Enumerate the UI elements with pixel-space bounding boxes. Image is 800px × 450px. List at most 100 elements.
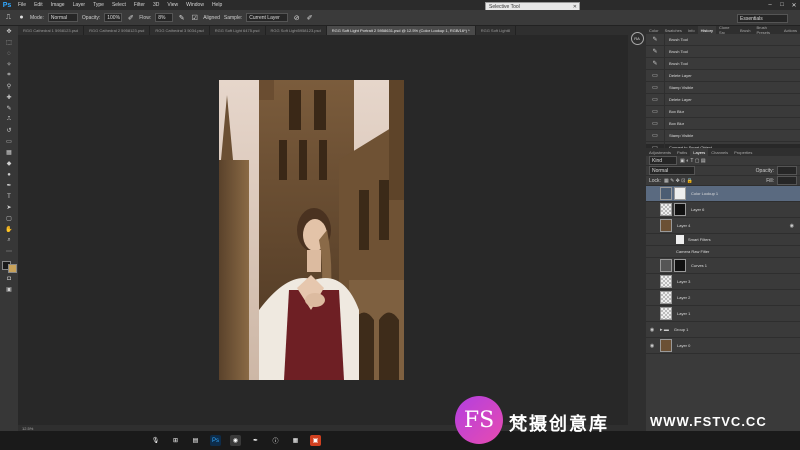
menu-image[interactable]: Image bbox=[47, 2, 69, 8]
gradient-tool-icon[interactable]: ▦ bbox=[0, 147, 18, 158]
history-item[interactable]: ✎ Brush Tool bbox=[646, 46, 800, 58]
menu-layer[interactable]: Layer bbox=[69, 2, 90, 8]
mask-thumbnail[interactable] bbox=[674, 259, 686, 272]
camera-raw-filter-row[interactable]: Camera Raw Filter bbox=[646, 246, 800, 258]
sample-select[interactable]: Current Layer bbox=[246, 13, 289, 22]
layer-row[interactable]: Layer 6 bbox=[646, 202, 800, 218]
history-item[interactable]: ▭ Box Blur bbox=[646, 118, 800, 130]
history-item[interactable]: ✎ Brush Tool bbox=[646, 58, 800, 70]
tab-clone-source[interactable]: Clone Src bbox=[716, 25, 737, 35]
marquee-tool-icon[interactable]: ⬚ bbox=[0, 37, 18, 48]
shape-tool-icon[interactable]: ▢ bbox=[0, 213, 18, 224]
layer-row[interactable]: Layer 3 bbox=[646, 274, 800, 290]
tab-channels[interactable]: Channels bbox=[708, 148, 731, 156]
tab-document-7[interactable]: RGG Soft Light8 bbox=[476, 26, 517, 35]
eye-icon[interactable]: ◉ bbox=[790, 223, 794, 229]
hand-tool-icon[interactable]: ✋ bbox=[0, 224, 18, 235]
pressure-size-icon[interactable]: ✐ bbox=[305, 13, 314, 22]
tab-properties[interactable]: Properties bbox=[731, 148, 755, 156]
layer-row[interactable]: Layer 4 ◉ bbox=[646, 218, 800, 234]
pen-tool-icon[interactable]: ✒ bbox=[0, 180, 18, 191]
tab-swatches[interactable]: Swatches bbox=[662, 26, 685, 34]
smart-filters-row[interactable]: Smart Filters bbox=[646, 234, 800, 246]
type-tool-icon[interactable]: T bbox=[0, 191, 18, 202]
eye-icon[interactable]: ◉ bbox=[646, 327, 658, 333]
user-avatar-icon[interactable]: RA bbox=[630, 32, 644, 45]
blend-mode-select[interactable]: Normal bbox=[649, 166, 695, 175]
history-brush-tool-icon[interactable]: ↺ bbox=[0, 125, 18, 136]
tab-history[interactable]: History bbox=[697, 26, 717, 34]
layer-row[interactable]: Layer 2 bbox=[646, 290, 800, 306]
layer-row[interactable]: Curves 1 bbox=[646, 258, 800, 274]
mode-select[interactable]: Normal bbox=[47, 13, 78, 22]
history-item[interactable]: ▭ Stamp Visible bbox=[646, 82, 800, 94]
dodge-tool-icon[interactable]: ● bbox=[0, 169, 18, 180]
menu-filter[interactable]: Filter bbox=[130, 2, 149, 8]
menu-3d[interactable]: 3D bbox=[149, 2, 163, 8]
menu-file[interactable]: File bbox=[14, 2, 30, 8]
ignore-adjustment-icon[interactable]: ⊘ bbox=[292, 13, 301, 22]
mask-thumbnail[interactable] bbox=[674, 187, 686, 200]
layer-group-row[interactable]: ◉ ▸ ▬ Group 1 bbox=[646, 322, 800, 338]
menu-edit[interactable]: Edit bbox=[30, 2, 47, 8]
tab-color[interactable]: Color bbox=[646, 26, 662, 34]
tab-brush-presets[interactable]: Brush Presets bbox=[753, 25, 780, 35]
selective-tool-close-icon[interactable]: ✕ bbox=[573, 4, 577, 10]
move-tool-icon[interactable]: ✥ bbox=[0, 26, 18, 37]
fill-field[interactable] bbox=[777, 176, 797, 185]
crop-tool-icon[interactable]: ⌗ bbox=[0, 70, 18, 81]
tab-document-2[interactable]: RGG Cathedral 2 5958123.psd bbox=[84, 26, 151, 35]
healing-brush-tool-icon[interactable]: ✚ bbox=[0, 92, 18, 103]
menu-view[interactable]: View bbox=[163, 2, 182, 8]
airbrush-icon[interactable]: ✎ bbox=[177, 13, 186, 22]
color-swatches-icon[interactable] bbox=[0, 257, 18, 273]
pen-icon[interactable]: ✒ bbox=[250, 435, 261, 446]
lasso-tool-icon[interactable]: ◌ bbox=[0, 48, 18, 59]
clone-stamp-icon[interactable]: ⎍ bbox=[4, 13, 13, 22]
tab-document-active[interactable]: RGG Soft Light Portrait 2 5958631.psd @ … bbox=[326, 26, 476, 35]
tab-document-5[interactable]: RGG Soft Light5958123.psd bbox=[266, 26, 327, 35]
eyedropper-tool-icon[interactable]: ⚲ bbox=[0, 81, 18, 92]
history-item[interactable]: ▭ Delete Layer bbox=[646, 70, 800, 82]
tab-paths[interactable]: Paths bbox=[674, 148, 690, 156]
tab-brush[interactable]: Brush bbox=[737, 26, 753, 34]
photoshop-taskbar-icon[interactable]: Ps bbox=[210, 435, 221, 446]
layer-row[interactable]: ◉ Layer 0 bbox=[646, 338, 800, 354]
microphone-icon[interactable]: 🎙 bbox=[150, 435, 161, 446]
eye-icon[interactable]: ◉ bbox=[646, 343, 658, 349]
screen-mode-icon[interactable]: ▣ bbox=[0, 284, 18, 295]
layer-row-color-lookup[interactable]: Color Lookup 1 bbox=[646, 186, 800, 202]
eraser-tool-icon[interactable]: ▭ bbox=[0, 136, 18, 147]
layer-row[interactable]: Layer 1 bbox=[646, 306, 800, 322]
document-image[interactable] bbox=[219, 80, 404, 380]
opacity-field[interactable]: 100% bbox=[104, 13, 123, 22]
history-item[interactable]: ▭ Delete Layer bbox=[646, 94, 800, 106]
tab-adjustments[interactable]: Adjustments bbox=[646, 148, 674, 156]
zoom-tool-icon[interactable]: ⌕ bbox=[0, 235, 18, 246]
file-explorer-icon[interactable]: ▤ bbox=[190, 435, 201, 446]
layer-opacity-field[interactable] bbox=[777, 166, 797, 175]
tab-document-1[interactable]: RGG Cathedral 1 5958123.psd bbox=[18, 26, 85, 35]
workspace-select[interactable]: Essentials bbox=[737, 14, 788, 23]
tab-actions[interactable]: Actions bbox=[781, 26, 800, 34]
app-icon[interactable]: ▣ bbox=[310, 435, 321, 446]
minimize-button[interactable]: – bbox=[764, 0, 776, 10]
menu-help[interactable]: Help bbox=[208, 2, 226, 8]
history-item[interactable]: ▭ Box Blur bbox=[646, 106, 800, 118]
menu-window[interactable]: Window bbox=[182, 2, 208, 8]
quick-mask-icon[interactable]: ◘ bbox=[0, 273, 18, 284]
aligned-checkbox[interactable]: ☑ bbox=[190, 13, 199, 22]
path-select-tool-icon[interactable]: ➤ bbox=[0, 202, 18, 213]
layer-kind-select[interactable]: Kind bbox=[649, 156, 677, 165]
windows-start-icon[interactable]: ⊞ bbox=[170, 435, 181, 446]
tab-info[interactable]: Info bbox=[685, 26, 698, 34]
tab-document-4[interactable]: RGG Soft Light 6475.psd bbox=[210, 26, 266, 35]
brush-preset-icon[interactable]: ● bbox=[17, 13, 26, 22]
group-folder-icon[interactable]: ▸ ▬ bbox=[660, 327, 669, 333]
menu-select[interactable]: Select bbox=[108, 2, 130, 8]
history-item[interactable]: ▭ Stamp Visible bbox=[646, 130, 800, 142]
flow-field[interactable]: 8% bbox=[155, 13, 174, 22]
lock-icons[interactable]: ▦ ✎ ✥ ⊡ 🔒 bbox=[664, 178, 693, 184]
menu-type[interactable]: Type bbox=[89, 2, 108, 8]
close-button[interactable]: ✕ bbox=[788, 0, 800, 10]
